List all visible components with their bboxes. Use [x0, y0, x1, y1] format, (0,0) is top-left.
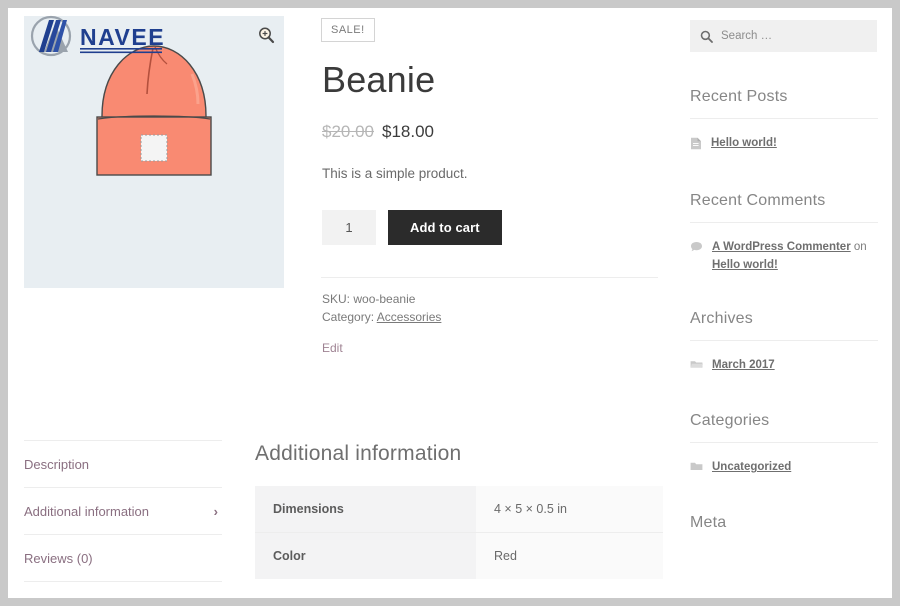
list-item: A WordPress Commenter on Hello world!	[690, 239, 878, 274]
category-row: Category: Accessories	[322, 308, 666, 327]
add-to-cart-form: Add to cart	[322, 209, 666, 245]
list-item-text: Uncategorized	[712, 459, 791, 476]
widget-recent-comments: Recent Comments A WordPress Commenter on…	[690, 192, 878, 274]
product-gallery[interactable]: NAVEE	[24, 15, 284, 288]
list-item-text: A WordPress Commenter on Hello world!	[712, 239, 878, 274]
tab-description[interactable]: Description	[24, 441, 222, 488]
comment-post-link[interactable]: Hello world!	[712, 259, 778, 271]
meta-divider	[321, 276, 658, 278]
chevron-right-icon: ›	[213, 503, 218, 519]
price-original: $20.00	[322, 121, 374, 141]
widget-list: Uncategorized	[690, 459, 878, 478]
panel-heading: Additional information	[255, 442, 462, 465]
edit-link[interactable]: Edit	[322, 341, 666, 355]
attribute-label: Color	[255, 532, 476, 579]
widget-divider	[690, 222, 878, 224]
tab-panel-additional-information: Additional information Dimensions 4 × 5 …	[255, 442, 665, 579]
list-item: Uncategorized	[690, 459, 878, 478]
archive-link[interactable]: March 2017	[712, 359, 775, 371]
widget-title: Recent Comments	[690, 192, 826, 210]
search-input[interactable]	[721, 30, 851, 42]
list-item-text: March 2017	[712, 357, 775, 374]
list-item: Hello world!	[690, 135, 878, 156]
attribute-label: Dimensions	[255, 486, 476, 533]
attribute-value: 4 × 5 × 0.5 in	[476, 486, 663, 533]
sku-value: woo-beanie	[353, 291, 416, 306]
widget-meta: Meta	[690, 514, 878, 532]
attributes-table: Dimensions 4 × 5 × 0.5 in Color Red	[255, 486, 663, 579]
product-page: NAVEE SALE! Beanie $20.00 $18.00 This is …	[8, 8, 892, 598]
browser-viewport: NAVEE SALE! Beanie $20.00 $18.00 This is …	[8, 8, 892, 598]
tab-label: Reviews (0)	[24, 550, 93, 566]
product-price: $20.00 $18.00	[322, 122, 666, 142]
quantity-input[interactable]	[322, 209, 376, 245]
widget-title: Meta	[690, 514, 727, 532]
svg-text:NAVEE: NAVEE	[80, 24, 165, 50]
post-link[interactable]: Hello world!	[711, 137, 777, 149]
comment-icon	[690, 241, 703, 259]
product-summary: SALE! Beanie $20.00 $18.00 This is a simp…	[321, 18, 666, 355]
widget-archives: Archives March 2017	[690, 310, 878, 376]
price-sale: $18.00	[382, 121, 434, 141]
widget-categories: Categories Uncategorized	[690, 412, 878, 478]
widget-title: Recent Posts	[690, 88, 788, 105]
search-icon	[700, 30, 713, 43]
table-row: Dimensions 4 × 5 × 0.5 in	[255, 486, 663, 533]
widget-list: March 2017	[690, 357, 878, 376]
widget-divider	[690, 339, 878, 341]
widget-title: Categories	[690, 412, 770, 429]
comment-author-link[interactable]: A WordPress Commenter	[712, 241, 851, 253]
tab-reviews[interactable]: Reviews (0)	[24, 535, 222, 582]
widget-recent-posts: Recent Posts Hello world!	[690, 88, 878, 156]
category-link[interactable]: Uncategorized	[712, 461, 791, 473]
sale-badge: SALE!	[321, 18, 375, 42]
sku-label: SKU:	[322, 291, 351, 306]
add-to-cart-button[interactable]: Add to cart	[388, 209, 502, 245]
tab-additional-information[interactable]: Additional information ›	[24, 488, 222, 535]
short-description: This is a simple product.	[322, 165, 468, 181]
category-label: Category:	[322, 310, 375, 325]
widget-list: Hello world!	[690, 135, 878, 156]
sidebar: Recent Posts Hello world!	[690, 20, 878, 544]
list-item-text: Hello world!	[711, 135, 777, 152]
magnifier-plus-icon[interactable]	[256, 25, 276, 45]
page-title: Beanie	[322, 59, 436, 100]
widget-list: A WordPress Commenter on Hello world!	[690, 239, 878, 274]
product-tabs: Description Additional information › Rev…	[24, 440, 222, 582]
widget-divider	[690, 442, 878, 443]
table-row: Color Red	[255, 532, 663, 579]
attribute-value: Red	[476, 532, 663, 579]
sku-row: SKU: woo-beanie	[322, 290, 666, 309]
site-logo: NAVEE	[22, 12, 182, 65]
widget-title: Archives	[690, 309, 753, 327]
document-icon	[690, 137, 702, 156]
search-widget[interactable]	[690, 20, 877, 52]
product-meta: SKU: woo-beanie Category: Accessories	[322, 290, 666, 327]
comment-on-text: on	[850, 241, 867, 254]
folder-icon	[690, 461, 703, 478]
list-item: March 2017	[690, 357, 878, 376]
widget-divider	[690, 118, 878, 119]
tab-label: Additional information	[24, 503, 150, 519]
category-link[interactable]: Accessories	[377, 310, 442, 324]
tab-label: Description	[24, 456, 90, 472]
folder-open-icon	[690, 359, 703, 376]
